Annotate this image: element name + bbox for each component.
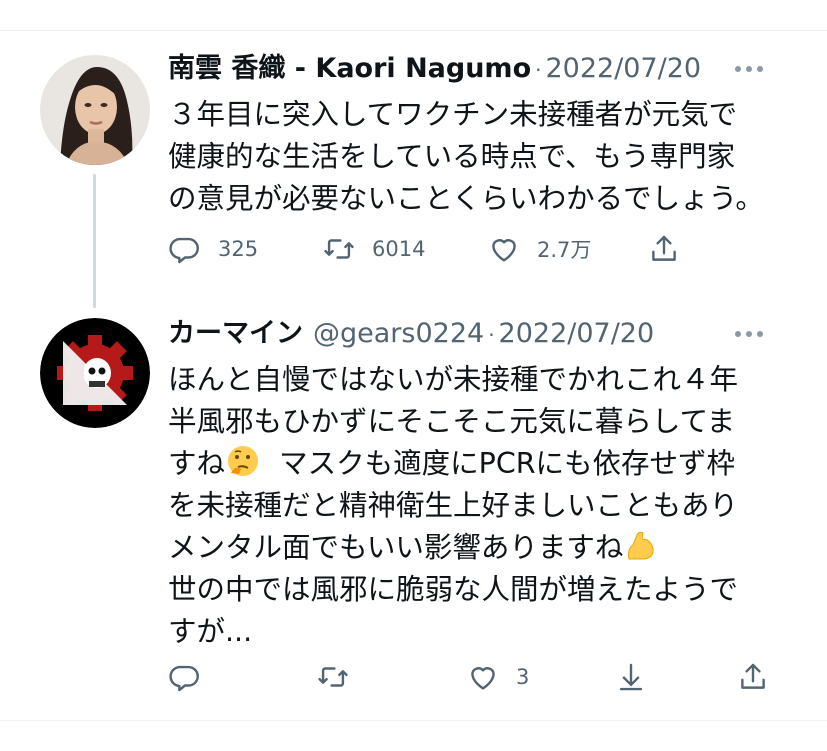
reply-button[interactable] — [168, 657, 316, 697]
tweet-date[interactable]: 2022/07/20 — [499, 315, 655, 353]
display-name[interactable]: 南雲 香織 - Kaori Nagumo — [168, 50, 531, 88]
share-button[interactable] — [647, 229, 681, 269]
like-count: 2.7万 — [537, 238, 592, 262]
display-name[interactable]: カーマイン — [168, 315, 303, 353]
tweet-header: 南雲 香織 - Kaori Nagumo · 2022/07/20 — [168, 50, 807, 88]
download-button[interactable] — [614, 657, 736, 697]
bottom-divider — [0, 720, 827, 721]
top-divider — [0, 30, 827, 31]
thread-connector-line — [93, 174, 96, 308]
more-icon[interactable] — [731, 54, 767, 84]
like-icon — [471, 667, 495, 690]
reply-count: 325 — [218, 237, 259, 261]
reply-icon — [169, 237, 199, 264]
tweet-1-actions: 325 6014 2.7万 — [168, 229, 681, 269]
separator-dot: · — [488, 323, 495, 347]
like-count: 3 — [516, 665, 530, 689]
retweet-count: 6014 — [372, 237, 426, 261]
like-icon — [492, 239, 516, 262]
retweet-icon — [324, 239, 354, 259]
avatar-kaori[interactable] — [40, 55, 150, 165]
avatar-carmine[interactable] — [40, 318, 150, 428]
download-icon — [619, 663, 643, 691]
avatar-portrait-image — [40, 55, 150, 165]
tweet-text: ほんと自慢ではないが未接種でかれこれ４年 半風邪もひかずにそこそこ元気に暮らして… — [168, 359, 807, 653]
share-button[interactable] — [736, 657, 770, 697]
more-icon[interactable] — [731, 319, 767, 349]
tweet-text: ３年目に突入してワクチン未接種者が元気で 健康的な生活をしている時点で、もう専門… — [168, 98, 764, 215]
like-button[interactable]: 3 — [466, 657, 614, 697]
tweet-header: カーマイン @gears0224 · 2022/07/20 — [168, 315, 807, 353]
separator-dot: · — [535, 58, 542, 82]
reply-icon — [169, 665, 199, 692]
thinking-emoji — [228, 446, 259, 476]
tweet-1[interactable]: 南雲 香織 - Kaori Nagumo · 2022/07/20 ３年目に突入… — [168, 50, 807, 220]
share-icon — [741, 663, 765, 689]
user-handle[interactable]: @gears0224 — [313, 315, 484, 353]
avatar-gear-skull-logo — [40, 318, 150, 428]
retweet-button[interactable] — [316, 657, 466, 697]
tweet-text-part3: 世の中では風邪に脆弱な人間が増えたようで すが... — [168, 573, 739, 648]
tweet-2-actions: 3 — [168, 657, 770, 697]
flexed-biceps-emoji — [628, 531, 655, 560]
retweet-button[interactable]: 6014 — [322, 229, 487, 269]
retweet-icon — [318, 667, 348, 687]
tweet-2[interactable]: カーマイン @gears0224 · 2022/07/20 ほんと自慢ではないが… — [168, 315, 807, 653]
reply-button[interactable]: 325 — [168, 229, 322, 269]
share-icon — [652, 235, 676, 261]
like-button[interactable]: 2.7万 — [487, 229, 647, 269]
tweet-date[interactable]: 2022/07/20 — [545, 50, 701, 88]
